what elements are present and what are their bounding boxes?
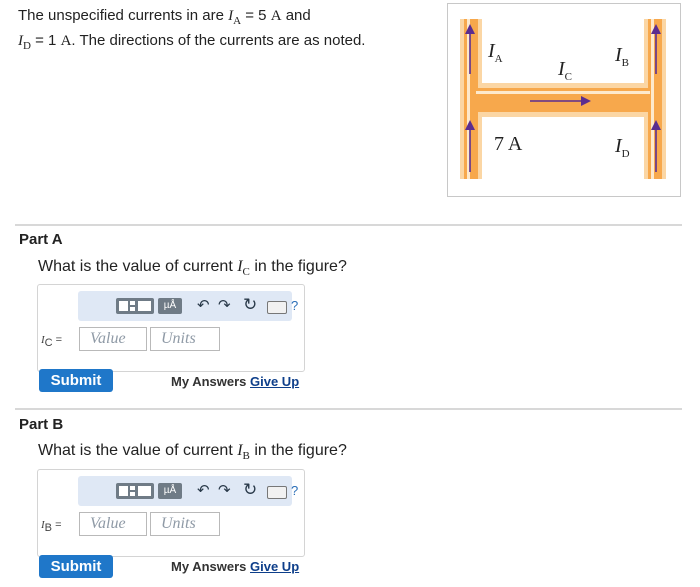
- part-b-give-up-link[interactable]: Give Up: [250, 559, 299, 574]
- divider-part-b: [15, 408, 682, 410]
- id-unit: A: [60, 33, 72, 49]
- part-a-title: Part A: [19, 231, 63, 248]
- label-ic: IC: [558, 58, 573, 83]
- id-value: = 1: [35, 32, 57, 49]
- problem-line-1: The unspecified currents in are IA = 5 A…: [18, 6, 365, 31]
- part-b-question: What is the value of current IB in the f…: [38, 442, 347, 463]
- part-a-submit-button[interactable]: Submit: [39, 369, 113, 392]
- part-a-give-up-link[interactable]: Give Up: [250, 374, 299, 389]
- circuit-figure: IA IC IB 7 A ID: [447, 3, 681, 197]
- ia-value: = 5: [245, 7, 267, 24]
- part-b-submit-button[interactable]: Submit: [39, 555, 113, 578]
- redo-icon[interactable]: ↷: [218, 483, 231, 499]
- label-ib: IB: [615, 44, 630, 69]
- h-junction-diagram: [460, 19, 666, 179]
- part-a-toolbar: µÅ ↶ ↷ ↻ ?: [78, 291, 298, 321]
- part-a-my-answers: My Answers Give Up: [171, 374, 300, 389]
- part-a-value-input[interactable]: Value: [79, 327, 147, 351]
- part-a-input-label: IC =: [41, 334, 63, 350]
- part-a-answer-panel: µÅ ↶ ↷ ↻ ? IC = Value Units: [37, 284, 305, 372]
- part-b-toolbar: µÅ ↶ ↷ ↻ ?: [78, 476, 298, 506]
- part-b-units-input[interactable]: Units: [150, 512, 220, 536]
- intro-and: and: [285, 7, 311, 24]
- help-icon[interactable]: ?: [291, 483, 298, 499]
- templates-icon[interactable]: [116, 298, 154, 314]
- keyboard-icon[interactable]: [267, 486, 287, 499]
- ia-unit: A: [270, 8, 282, 24]
- part-a-question: What is the value of current IC in the f…: [38, 258, 347, 279]
- keyboard-icon[interactable]: [267, 301, 287, 314]
- reset-icon[interactable]: ↻: [243, 481, 257, 499]
- problem-statement: The unspecified currents in are IA = 5 A…: [18, 6, 365, 56]
- part-b-input-label: IB =: [41, 519, 62, 535]
- problem-line-2: ID = 1 A. The directions of the currents…: [18, 31, 365, 56]
- label-7a: 7 A: [494, 133, 523, 155]
- reset-icon[interactable]: ↻: [243, 296, 257, 314]
- undo-icon[interactable]: ↶: [197, 298, 210, 314]
- part-b-title: Part B: [19, 416, 64, 433]
- divider-part-a: [15, 224, 682, 226]
- units-icon[interactable]: µÅ: [158, 298, 182, 314]
- intro-text: The unspecified currents in are: [18, 7, 224, 24]
- intro-directions: . The directions of the currents are as …: [71, 32, 366, 49]
- undo-icon[interactable]: ↶: [197, 483, 210, 499]
- templates-icon[interactable]: [116, 483, 154, 499]
- part-a-units-input[interactable]: Units: [150, 327, 220, 351]
- help-icon[interactable]: ?: [291, 298, 298, 314]
- part-b-my-answers: My Answers Give Up: [171, 559, 300, 574]
- label-ia: IA: [488, 40, 503, 65]
- units-icon[interactable]: µÅ: [158, 483, 182, 499]
- part-b-value-input[interactable]: Value: [79, 512, 147, 536]
- label-id: ID: [615, 135, 630, 160]
- part-b-answer-panel: µÅ ↶ ↷ ↻ ? IB = Value Units: [37, 469, 305, 557]
- redo-icon[interactable]: ↷: [218, 298, 231, 314]
- id-symbol: ID: [18, 33, 31, 52]
- ia-symbol: IA: [228, 8, 242, 27]
